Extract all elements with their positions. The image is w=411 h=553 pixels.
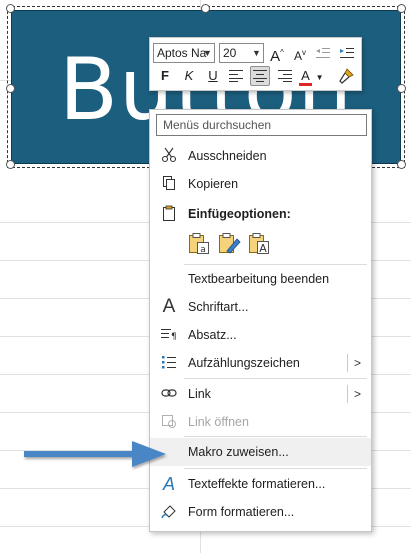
menu-item-link[interactable]: Link > bbox=[150, 380, 371, 408]
shrink-font-button[interactable]: Av bbox=[290, 43, 310, 63]
menu-item-bullets[interactable]: Aufzählungszeichen > bbox=[150, 349, 371, 377]
resize-handle-top-right[interactable] bbox=[397, 4, 406, 13]
align-left-button[interactable] bbox=[226, 66, 246, 86]
paste-merge-formatting-icon bbox=[219, 233, 241, 254]
paste-keep-formatting-icon: a bbox=[189, 233, 209, 255]
menu-item-format-shape[interactable]: Form formatieren... bbox=[150, 498, 371, 526]
mini-toolbar: Aptos Na ▼ 20 ▼ A^ Av F K U A ▼ bbox=[149, 37, 362, 91]
context-menu: Menüs durchsuchen Ausschneiden Kopieren … bbox=[149, 109, 372, 532]
menu-item-label: Textbearbeitung beenden bbox=[188, 272, 330, 286]
menu-item-paragraph[interactable]: ¶ Absatz... bbox=[150, 321, 371, 349]
copy-icon bbox=[160, 175, 178, 193]
menu-item-open-link: Link öffnen bbox=[150, 408, 371, 436]
italic-icon: K bbox=[184, 68, 194, 83]
font-color-button[interactable]: A ▼ bbox=[299, 66, 329, 86]
align-right-button[interactable] bbox=[275, 66, 295, 86]
menu-item-cut[interactable]: Ausschneiden bbox=[150, 142, 371, 170]
menu-item-label: Kopieren bbox=[188, 177, 239, 191]
menu-item-font[interactable]: A Schriftart... bbox=[150, 293, 371, 321]
increase-indent-icon bbox=[340, 48, 354, 58]
resize-handle-bottom-right[interactable] bbox=[397, 160, 406, 169]
menu-item-label: Ausschneiden bbox=[188, 149, 267, 163]
paste-merge-formatting-button[interactable] bbox=[217, 231, 241, 255]
chevron-down-icon: ▼ bbox=[315, 73, 324, 82]
menu-item-label: Aufzählungszeichen bbox=[188, 356, 300, 370]
menu-search-input[interactable]: Menüs durchsuchen bbox=[156, 114, 367, 136]
paste-keep-letter: a bbox=[200, 245, 206, 255]
paragraph-icon: ¶ bbox=[160, 326, 178, 344]
underline-icon: U bbox=[208, 68, 218, 83]
align-center-button[interactable] bbox=[250, 66, 270, 86]
chevron-right-icon[interactable]: > bbox=[354, 349, 361, 377]
resize-handle-bottom-left[interactable] bbox=[6, 160, 15, 169]
resize-handle-top-left[interactable] bbox=[6, 4, 15, 13]
menu-item-format-text-effects[interactable]: A Texteffekte formatieren... bbox=[150, 470, 371, 498]
scissors-icon bbox=[160, 147, 178, 165]
resize-handle-middle-right[interactable] bbox=[397, 84, 406, 93]
menu-item-label: Absatz... bbox=[188, 328, 237, 342]
grow-font-button[interactable]: A^ bbox=[267, 43, 287, 65]
menu-item-exit-edit-text[interactable]: Textbearbeitung beenden bbox=[150, 265, 371, 293]
paste-keep-formatting-button[interactable]: a bbox=[187, 231, 211, 255]
align-right-icon bbox=[278, 70, 292, 82]
decrease-indent-button[interactable] bbox=[313, 43, 333, 63]
font-icon: A bbox=[162, 296, 176, 317]
paste-text-only-icon: A bbox=[249, 233, 269, 255]
paste-text-only-button[interactable]: A bbox=[247, 231, 271, 255]
menu-item-copy[interactable]: Kopieren bbox=[150, 170, 371, 198]
increase-indent-button[interactable] bbox=[337, 43, 357, 63]
menu-item-label: Link öffnen bbox=[188, 415, 249, 429]
text-effects-icon: A bbox=[162, 474, 175, 494]
svg-text:¶: ¶ bbox=[171, 332, 177, 342]
menu-item-label: Texteffekte formatieren... bbox=[188, 477, 326, 491]
menu-separator bbox=[184, 468, 367, 469]
menu-search-placeholder: Menüs durchsuchen bbox=[163, 118, 272, 132]
submenu-divider bbox=[347, 354, 348, 372]
menu-item-assign-macro[interactable]: Makro zuweisen... bbox=[150, 438, 371, 466]
chevron-right-icon[interactable]: > bbox=[354, 380, 361, 408]
font-size-value: 20 bbox=[223, 46, 237, 60]
resize-handle-middle-left[interactable] bbox=[6, 84, 15, 93]
decrease-indent-icon bbox=[316, 48, 330, 58]
chevron-down-icon: ▼ bbox=[203, 48, 212, 58]
format-painter-icon bbox=[339, 68, 354, 84]
submenu-divider bbox=[347, 385, 348, 403]
bold-icon: F bbox=[161, 68, 169, 83]
open-link-icon bbox=[160, 413, 178, 431]
menu-separator bbox=[184, 378, 367, 379]
align-left-icon bbox=[229, 70, 243, 82]
chevron-down-icon: ▼ bbox=[252, 48, 261, 58]
font-size-combo[interactable]: 20 ▼ bbox=[219, 43, 264, 63]
bold-button[interactable]: F bbox=[155, 66, 175, 86]
menu-item-label: Schriftart... bbox=[188, 300, 249, 314]
font-name-value: Aptos Na bbox=[157, 46, 207, 60]
format-shape-icon bbox=[160, 503, 178, 521]
menu-item-label: Einfügeoptionen: bbox=[188, 207, 291, 221]
underline-button[interactable]: U bbox=[203, 66, 223, 86]
link-icon bbox=[160, 385, 178, 403]
align-center-icon bbox=[253, 70, 267, 82]
menu-item-paste-options: Einfügeoptionen: bbox=[150, 200, 371, 228]
menu-item-label: Link bbox=[188, 387, 211, 401]
clipboard-icon bbox=[160, 205, 178, 223]
pointer-arrow-icon bbox=[24, 441, 166, 467]
bullets-icon bbox=[160, 354, 178, 372]
shrink-font-icon: A bbox=[293, 49, 302, 63]
menu-item-label: Makro zuweisen... bbox=[188, 445, 289, 459]
paste-text-letter: A bbox=[259, 242, 267, 255]
font-name-combo[interactable]: Aptos Na ▼ bbox=[153, 43, 215, 63]
italic-button[interactable]: K bbox=[179, 66, 199, 86]
font-color-icon: A bbox=[299, 68, 312, 86]
menu-separator bbox=[184, 436, 367, 437]
menu-item-label: Form formatieren... bbox=[188, 505, 295, 519]
grow-font-icon: A bbox=[270, 48, 281, 65]
resize-handle-top-center[interactable] bbox=[201, 4, 210, 13]
format-painter-button[interactable] bbox=[336, 66, 356, 86]
